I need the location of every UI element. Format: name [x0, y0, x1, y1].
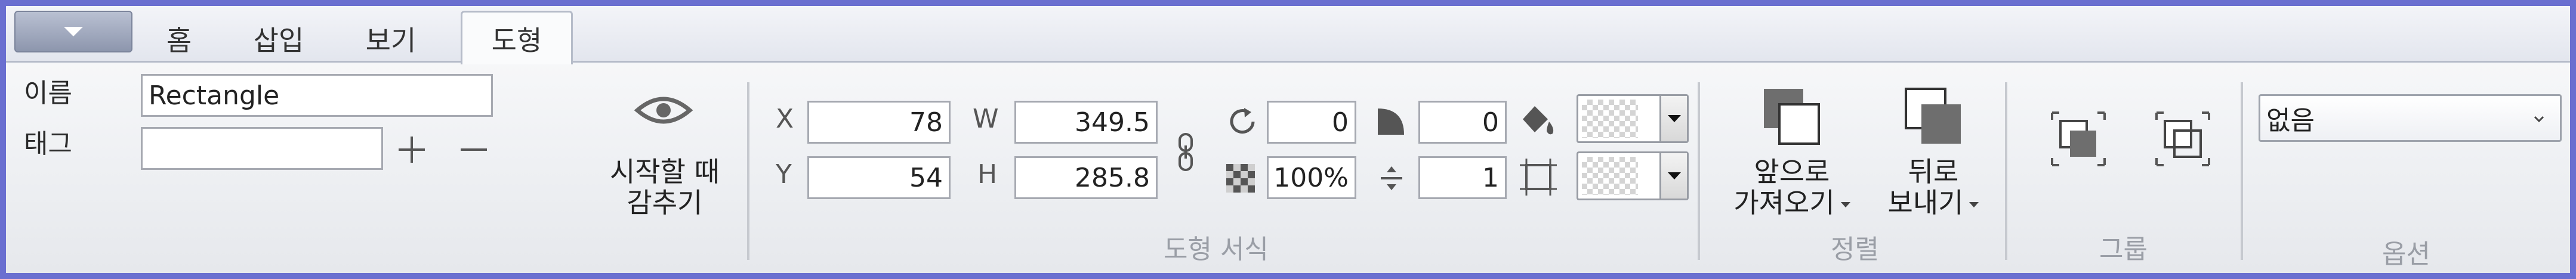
link-aspect-icon[interactable] — [1177, 131, 1195, 173]
send-backward-button[interactable]: 뒤로 보내기 — [1868, 156, 1999, 218]
tab-strip: 홈 삽입 보기 도형 — [6, 6, 2570, 64]
eye-icon[interactable] — [634, 92, 693, 128]
fill-swatch — [1582, 100, 1638, 138]
height-field[interactable]: 285.8 — [1014, 156, 1158, 199]
separator — [2241, 82, 2243, 260]
y-field[interactable]: 54 — [807, 156, 951, 199]
tag-label: 태그 — [24, 129, 72, 159]
remove-tag-icon[interactable] — [457, 133, 490, 166]
separator — [1698, 82, 1700, 260]
group-label-group: 그룹 — [2099, 234, 2148, 265]
add-tag-icon[interactable] — [395, 133, 428, 166]
group-label-shape-format: 도형 서식 — [1164, 234, 1269, 265]
app-menu-button[interactable] — [14, 11, 132, 52]
tab-view[interactable]: 보기 — [340, 14, 442, 63]
bring-forward-button[interactable]: 앞으로 가져오기 — [1717, 156, 1867, 218]
group-icon[interactable] — [2050, 110, 2107, 168]
tab-insert[interactable]: 삽입 — [228, 14, 329, 63]
group-label-arrange: 정렬 — [1831, 234, 1879, 265]
tag-field[interactable] — [141, 127, 383, 170]
width-field[interactable]: 349.5 — [1014, 101, 1158, 144]
ribbon-window: 홈 삽입 보기 도형 이름 Rectangle 태그 시작할 때 감추기 X 7… — [6, 6, 2570, 273]
options-select-value: 없음 — [2266, 106, 2315, 136]
hide-at-start-label-line1: 시작할 때 — [610, 156, 720, 188]
send-backward-icon[interactable] — [1904, 86, 1964, 147]
fill-color-dropdown[interactable] — [1577, 94, 1689, 143]
dropdown-caret-icon — [1969, 202, 1979, 207]
border-color-dropdown[interactable] — [1577, 151, 1689, 200]
ungroup-icon[interactable] — [2154, 110, 2211, 168]
x-field[interactable]: 78 — [807, 101, 951, 144]
hide-at-start-button[interactable]: 시작할 때 감추기 — [594, 156, 736, 218]
opacity-field[interactable]: 100% — [1267, 156, 1356, 199]
w-label: W — [973, 104, 999, 134]
opacity-icon — [1225, 163, 1256, 194]
chevron-down-icon — [2534, 114, 2544, 125]
h-label: H — [977, 159, 998, 190]
fill-bucket-icon[interactable] — [1517, 101, 1559, 141]
bring-forward-line1: 앞으로 — [1754, 156, 1830, 188]
send-backward-line2: 보내기 — [1887, 187, 1964, 219]
bring-forward-line2: 가져오기 — [1733, 187, 1835, 219]
corner-radius-field[interactable]: 0 — [1418, 101, 1507, 144]
spacing-icon — [1378, 165, 1405, 192]
dropdown-caret-icon — [1840, 202, 1850, 207]
separator — [2005, 82, 2007, 260]
chevron-down-icon — [64, 27, 83, 36]
y-label: Y — [776, 159, 792, 190]
chevron-down-icon[interactable] — [1659, 153, 1687, 199]
group-label-options: 옵션 — [2382, 239, 2430, 269]
border-icon[interactable] — [1519, 157, 1558, 197]
tab-home[interactable]: 홈 — [140, 14, 218, 63]
send-backward-line1: 뒤로 — [1908, 156, 1959, 188]
options-select[interactable]: 없음 — [2259, 94, 2562, 142]
x-label: X — [776, 104, 794, 134]
hide-at-start-label-line2: 감추기 — [627, 187, 703, 219]
name-label: 이름 — [24, 78, 72, 108]
tab-shape[interactable]: 도형 — [461, 11, 573, 64]
spacing-field[interactable]: 1 — [1418, 156, 1507, 199]
name-field[interactable]: Rectangle — [141, 74, 493, 117]
rotation-field[interactable]: 0 — [1267, 101, 1356, 144]
separator — [747, 82, 749, 260]
corner-radius-icon — [1375, 106, 1406, 137]
rotate-icon — [1225, 104, 1260, 139]
bring-forward-icon[interactable] — [1761, 86, 1822, 147]
chevron-down-icon[interactable] — [1659, 96, 1687, 141]
border-swatch — [1582, 157, 1638, 195]
